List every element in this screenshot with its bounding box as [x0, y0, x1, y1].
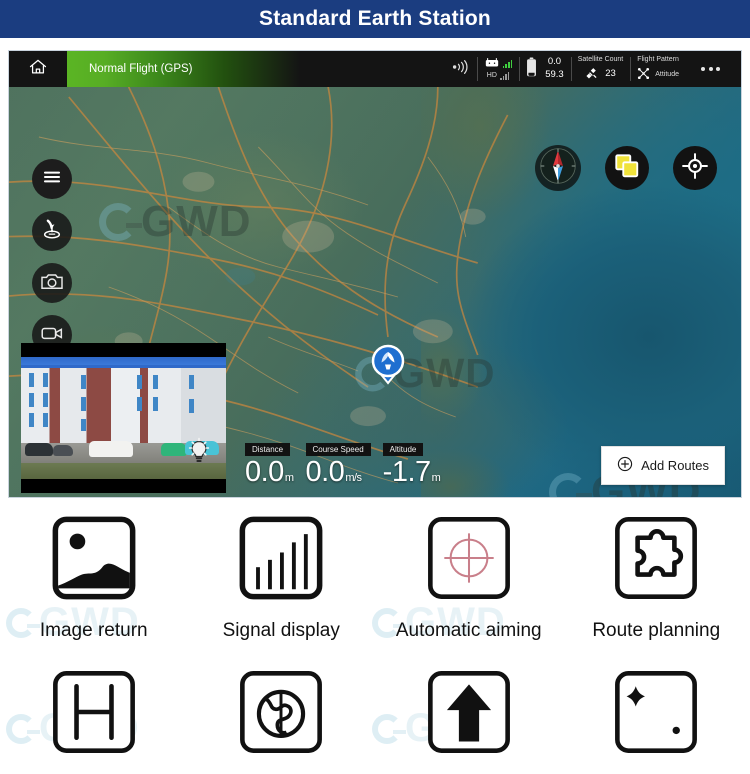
feature-arrow-up[interactable] [375, 664, 563, 774]
telemetry-value: 0.0 [306, 458, 345, 487]
recenter-button[interactable] [673, 146, 717, 190]
rc-signal-bars-icon [503, 60, 512, 68]
compass-button[interactable] [535, 145, 581, 191]
battery-status: 0.0 59.3 [519, 51, 571, 87]
telemetry-value-group: -1.7 m [383, 458, 441, 487]
transmission-signal [443, 51, 477, 87]
satellite-count-group: Satellite Count 23 [571, 51, 631, 87]
telemetry-label: Altitude [383, 443, 424, 457]
feature-label: Signal display [223, 620, 340, 642]
feature-signal-display[interactable]: Signal display [188, 510, 376, 642]
feature-route-planning[interactable]: Route planning [563, 510, 750, 642]
compass-icon [538, 146, 578, 191]
telemetry-label: Course Speed [306, 443, 371, 457]
map-layers-icon [613, 152, 641, 185]
satellite-count-value: 23 [605, 68, 616, 81]
drone-position-marker[interactable] [367, 342, 409, 386]
flight-mode-label: Normal Flight (GPS) [89, 63, 193, 75]
vehicle [53, 445, 73, 456]
feature-globe[interactable] [188, 664, 376, 774]
map-left-toolbar [32, 159, 72, 355]
flight-pattern-group[interactable]: Flight Pattern Attitude [630, 51, 686, 87]
telemetry-value-group: 0.0 m/s [306, 458, 362, 487]
feature-label: Image return [40, 620, 148, 642]
landing-button[interactable] [32, 211, 72, 251]
flight-pattern-label: Flight Pattern [637, 55, 679, 64]
landing-icon [40, 218, 64, 245]
feature-label: Automatic aiming [396, 620, 542, 642]
status-right-group: HD 0.0 [443, 51, 741, 87]
status-bar: Normal Flight (GPS) [9, 51, 741, 87]
vehicle [25, 443, 53, 456]
remote-controller-icon [484, 57, 500, 71]
feature-automatic-aiming[interactable]: Automatic aiming [375, 510, 563, 642]
image-return-icon [46, 510, 142, 606]
flight-mode-indicator[interactable]: Normal Flight (GPS) [67, 51, 443, 87]
telemetry-unit: m [432, 473, 441, 484]
automatic-aiming-icon [421, 510, 517, 606]
battery-voltage: 0.0 [548, 56, 561, 69]
telemetry-label: Distance [245, 443, 290, 457]
ground-station-app-window: Normal Flight (GPS) [8, 50, 742, 498]
telemetry-altitude: Altitude -1.7 m [383, 443, 441, 488]
hd-signal-bars-icon [500, 72, 509, 80]
more-options-icon [693, 67, 730, 71]
flight-pattern-value: Attitude [655, 70, 679, 79]
arrow-up-icon [421, 664, 517, 760]
drone-position-icon [367, 373, 409, 390]
light-bulb-icon[interactable] [186, 437, 212, 467]
telemetry-course-speed: Course Speed 0.0 m/s [306, 443, 371, 488]
vehicle [89, 441, 133, 457]
gimbal-icon [46, 664, 142, 760]
add-routes-button[interactable]: Add Routes [601, 446, 725, 485]
camera-button[interactable] [32, 263, 72, 303]
signal-display-icon [233, 510, 329, 606]
feature-grid: Image return Signal display [0, 510, 750, 774]
remote-controller-status: HD [477, 51, 519, 87]
page-title-bar: Standard Earth Station [0, 0, 750, 38]
map-view[interactable]: GWD GWD GWD [9, 87, 741, 498]
plus-circle-icon [617, 456, 633, 475]
telemetry-unit: m/s [345, 473, 361, 484]
wifi-signal-icon [450, 60, 470, 77]
waypoint-icon [608, 664, 704, 760]
vehicle [161, 443, 187, 456]
telemetry-value: 0.0 [245, 458, 284, 487]
home-icon [28, 57, 48, 82]
satellite-icon [585, 67, 598, 83]
battery-percent: 59.3 [545, 69, 564, 82]
add-routes-label: Add Routes [641, 458, 709, 473]
menu-button[interactable] [32, 159, 72, 199]
video-preview[interactable] [21, 343, 226, 493]
globe-icon [233, 664, 329, 760]
home-button[interactable] [9, 51, 67, 87]
satellite-count-label: Satellite Count [578, 55, 624, 64]
propeller-icon [637, 67, 650, 83]
telemetry-value-group: 0.0 m [245, 458, 294, 487]
camera-icon [40, 271, 64, 296]
feature-gimbal[interactable] [0, 664, 188, 774]
telemetry-distance: Distance 0.0 m [245, 443, 294, 488]
feature-waypoint[interactable] [563, 664, 750, 774]
feature-image-return[interactable]: Image return [0, 510, 188, 642]
telemetry-readout: Distance 0.0 m Course Speed 0.0 m/s Alti… [245, 443, 440, 488]
feature-label: Route planning [592, 620, 720, 642]
route-planning-icon [608, 510, 704, 606]
more-options-button[interactable] [686, 51, 737, 87]
recenter-icon [681, 152, 709, 185]
page-title: Standard Earth Station [259, 7, 491, 31]
map-right-toolbar [535, 145, 717, 191]
menu-icon [42, 170, 62, 189]
building-facade [21, 365, 226, 443]
video-preview-frame [21, 357, 226, 479]
telemetry-value: -1.7 [383, 458, 431, 487]
map-layers-button[interactable] [605, 146, 649, 190]
battery-icon [526, 57, 537, 80]
hd-label: HD [487, 71, 497, 80]
telemetry-unit: m [285, 473, 294, 484]
